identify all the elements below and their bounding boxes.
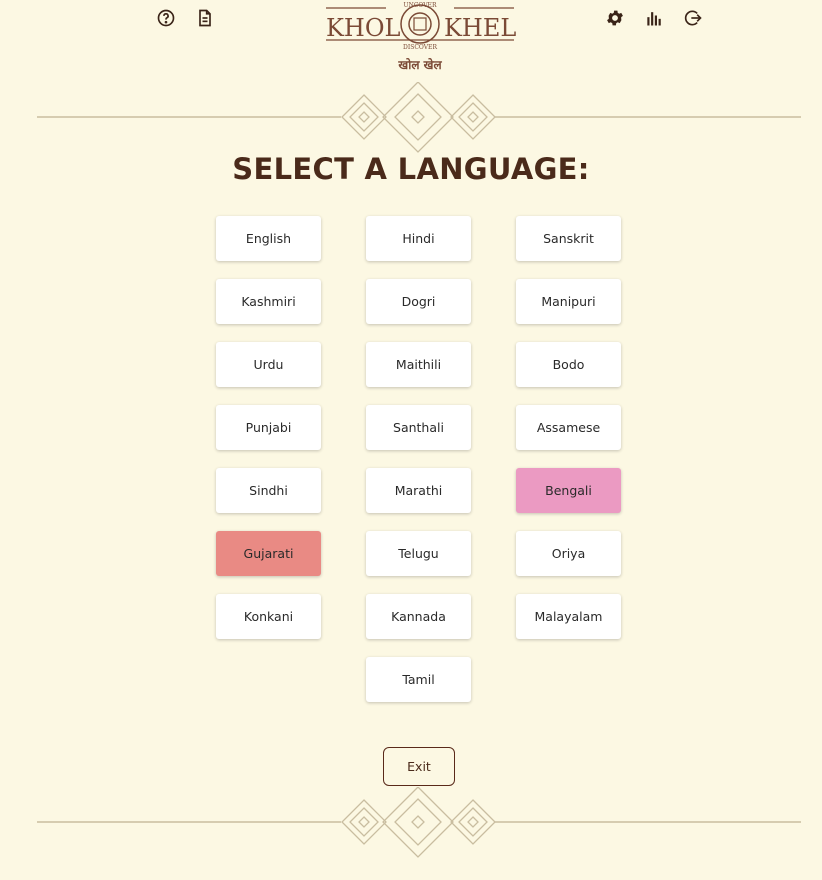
bar-chart-icon[interactable] (643, 7, 665, 29)
language-button-konkani[interactable]: Konkani (216, 594, 321, 639)
logo-arc-bottom: DISCOVER (403, 44, 437, 51)
app-root: KHOL KHEL UNCOVER DISCOVER खोल खेल SELEC… (0, 0, 822, 880)
language-button-bengali[interactable]: Bengali (516, 468, 621, 513)
language-button-manipuri[interactable]: Manipuri (516, 279, 621, 324)
top-ornament-divider (37, 82, 801, 154)
language-button-santhali[interactable]: Santhali (366, 405, 471, 450)
language-button-english[interactable]: English (216, 216, 321, 261)
language-button-oriya[interactable]: Oriya (516, 531, 621, 576)
language-button-assamese[interactable]: Assamese (516, 405, 621, 450)
language-button-kannada[interactable]: Kannada (366, 594, 471, 639)
language-button-tamil[interactable]: Tamil (366, 657, 471, 702)
language-button-sanskrit[interactable]: Sanskrit (516, 216, 621, 261)
logo-arc-top: UNCOVER (404, 2, 437, 9)
logo-subtitle: खोल खेल (398, 58, 442, 72)
language-button-bodo[interactable]: Bodo (516, 342, 621, 387)
gear-icon[interactable] (604, 7, 626, 29)
language-button-urdu[interactable]: Urdu (216, 342, 321, 387)
language-button-marathi[interactable]: Marathi (366, 468, 471, 513)
logout-icon[interactable] (682, 7, 704, 29)
language-button-malayalam[interactable]: Malayalam (516, 594, 621, 639)
language-button-hindi[interactable]: Hindi (366, 216, 471, 261)
khol-khel-logo: KHOL KHEL UNCOVER DISCOVER खोल खेल (320, 0, 520, 74)
bottom-ornament-divider (37, 787, 801, 859)
language-button-maithili[interactable]: Maithili (366, 342, 471, 387)
language-button-telugu[interactable]: Telugu (366, 531, 471, 576)
language-button-punjabi[interactable]: Punjabi (216, 405, 321, 450)
language-button-gujarati[interactable]: Gujarati (216, 531, 321, 576)
language-button-sindhi[interactable]: Sindhi (216, 468, 321, 513)
language-button-dogri[interactable]: Dogri (366, 279, 471, 324)
language-button-kashmiri[interactable]: Kashmiri (216, 279, 321, 324)
document-icon[interactable] (194, 7, 216, 29)
exit-button[interactable]: Exit (383, 747, 455, 786)
logo-text-left: KHOL (326, 14, 401, 42)
logo-emblem: KHOL KHEL UNCOVER DISCOVER (326, 2, 516, 51)
logo-text-right: KHEL (444, 14, 516, 42)
help-circle-icon[interactable] (155, 7, 177, 29)
page-title: SELECT A LANGUAGE: (232, 152, 590, 186)
